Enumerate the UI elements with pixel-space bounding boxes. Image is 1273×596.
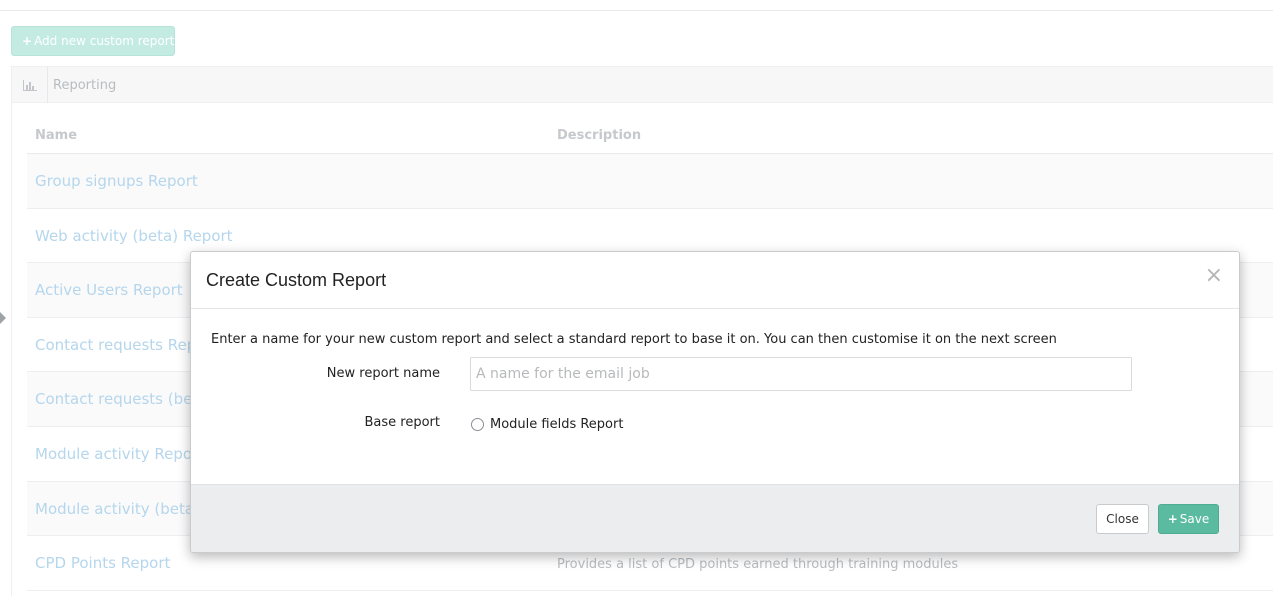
panel-header: Reporting — [12, 66, 1273, 103]
report-description: Provides a list of CPD points earned thr… — [557, 557, 959, 573]
modal-instructions: Enter a name for your new custom report … — [211, 332, 1057, 347]
add-custom-report-button[interactable]: + Add new custom report — [11, 26, 175, 56]
base-report-radio[interactable] — [471, 418, 484, 431]
report-link[interactable]: Module activity (beta) — [35, 500, 200, 518]
plus-icon: + — [22, 34, 33, 48]
caret-right-icon[interactable] — [0, 312, 6, 324]
close-button[interactable]: Close — [1096, 504, 1149, 534]
base-report-label: Base report — [364, 415, 441, 430]
save-button[interactable]: + Save — [1158, 504, 1219, 534]
base-report-option[interactable]: Module fields Report — [471, 414, 623, 432]
report-name-input[interactable] — [470, 357, 1132, 391]
modal-footer: Close + Save — [191, 484, 1239, 552]
bar-chart-icon — [12, 67, 48, 103]
top-divider — [0, 10, 1273, 11]
modal-title: Create Custom Report — [206, 270, 387, 290]
report-link[interactable]: Contact requests (beta — [35, 390, 207, 408]
report-link[interactable]: Web activity (beta) Report — [35, 227, 233, 245]
column-header-name[interactable]: Name — [35, 128, 77, 143]
report-link[interactable]: Active Users Report — [35, 281, 183, 299]
base-report-option-label[interactable]: Module fields Report — [490, 417, 623, 432]
panel-title: Reporting — [53, 78, 117, 93]
report-link[interactable]: Module activity Report — [35, 445, 204, 463]
report-name-label: New report name — [326, 366, 440, 381]
save-button-label: Save — [1179, 512, 1210, 526]
report-link[interactable]: CPD Points Report — [35, 554, 170, 572]
modal-body: Enter a name for your new custom report … — [191, 309, 1239, 484]
column-header-description[interactable]: Description — [557, 128, 641, 143]
modal-header: Create Custom Report × — [191, 252, 1239, 309]
table-row: Group signups Report — [27, 154, 1273, 209]
report-link[interactable]: Group signups Report — [35, 172, 198, 190]
create-custom-report-modal: Create Custom Report × Enter a name for … — [190, 251, 1240, 553]
report-link[interactable]: Contact requests Repo — [35, 336, 205, 354]
close-icon[interactable]: × — [1205, 264, 1223, 288]
plus-icon: + — [1167, 512, 1178, 526]
add-custom-report-label: Add new custom report — [34, 34, 175, 48]
